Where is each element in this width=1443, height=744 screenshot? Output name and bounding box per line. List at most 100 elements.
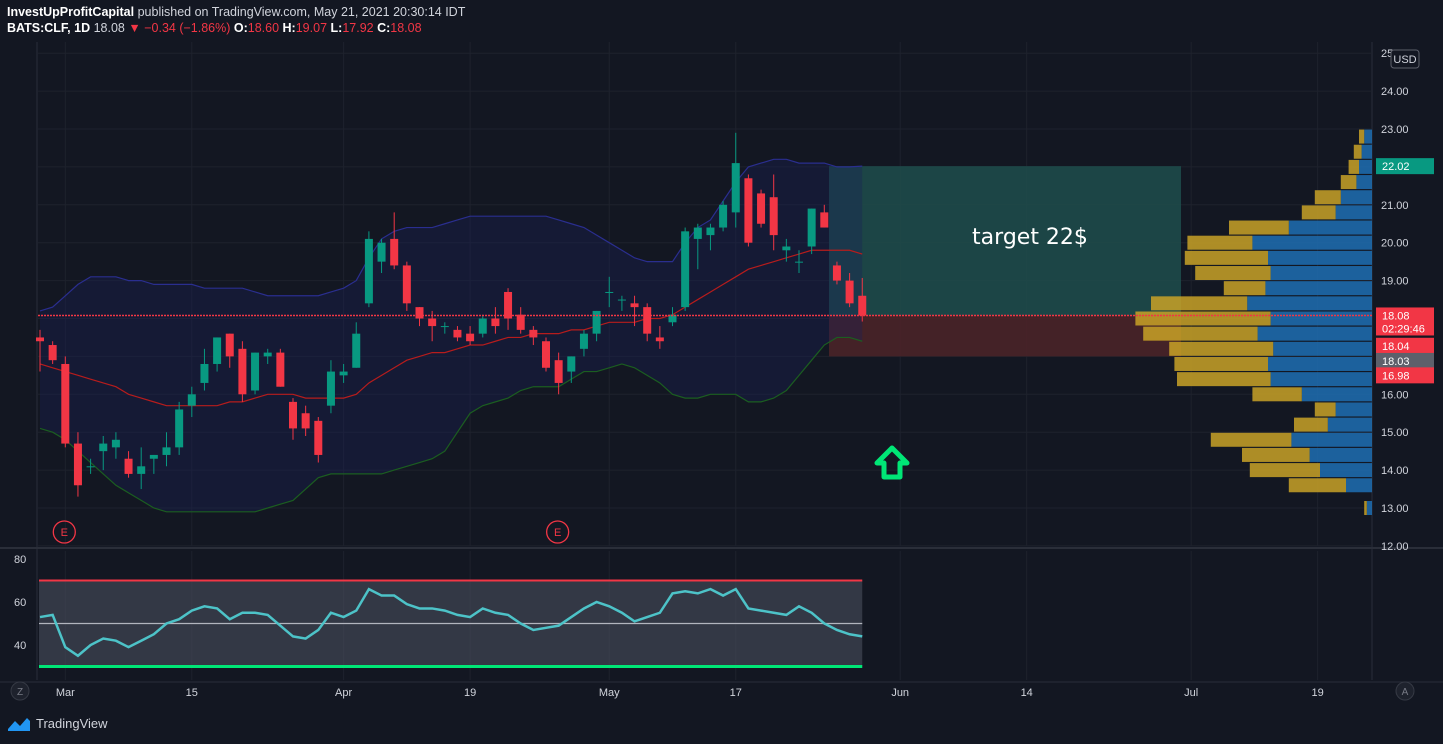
z-button-label: Z xyxy=(17,687,23,698)
time-tick-label: Apr xyxy=(335,687,352,699)
candle-body xyxy=(693,227,702,239)
vp-down-bar xyxy=(1288,478,1346,493)
vp-up-bar xyxy=(1257,326,1372,341)
candle-body xyxy=(504,291,513,319)
candle-body xyxy=(124,458,133,474)
candle-body xyxy=(757,193,766,224)
a-button-label: A xyxy=(1402,687,1409,698)
earnings-label: E xyxy=(61,527,68,539)
vp-up-bar xyxy=(1366,501,1372,515)
candle xyxy=(719,201,728,232)
candle-body xyxy=(263,352,272,357)
vp-down-bar xyxy=(1242,447,1310,462)
target-text: target 22$ xyxy=(972,225,1088,250)
vp-up-bar xyxy=(1273,341,1372,356)
candle-body xyxy=(162,447,171,455)
candle xyxy=(757,189,766,228)
footer[interactable]: TradingView xyxy=(8,716,108,731)
footer-brand: TradingView xyxy=(36,716,108,731)
candle-body xyxy=(402,265,411,304)
vp-up-bar xyxy=(1335,205,1372,220)
candle-body xyxy=(301,413,310,429)
candle-body xyxy=(744,178,753,243)
candle-body xyxy=(769,197,778,236)
time-tick-label: May xyxy=(599,687,620,699)
candle-body xyxy=(61,363,70,444)
vp-up-bar xyxy=(1346,478,1372,493)
price-tick-label: 15.00 xyxy=(1381,427,1409,439)
rsi-tick-label: 40 xyxy=(14,640,26,652)
candle-body xyxy=(111,439,120,448)
candle-body xyxy=(137,466,146,474)
candle-body xyxy=(832,265,841,281)
vp-down-bar xyxy=(1177,372,1271,387)
candle-body xyxy=(352,333,361,368)
candle xyxy=(276,348,285,387)
price-tick-label: 19.00 xyxy=(1381,276,1409,288)
candle-body xyxy=(478,318,487,334)
countdown-label: 02:29:46 xyxy=(1382,323,1425,335)
vp-down-bar xyxy=(1294,417,1328,432)
candle-body xyxy=(339,371,348,376)
candle-body xyxy=(314,420,323,455)
candle-body xyxy=(213,337,222,364)
candle-body xyxy=(466,333,475,342)
candle-body xyxy=(579,333,588,349)
position-zones[interactable] xyxy=(829,166,1181,357)
vp-down-bar xyxy=(1314,190,1341,205)
rsi-tick-label: 60 xyxy=(14,597,26,609)
candle-body xyxy=(706,227,715,236)
chart-canvas[interactable]: EE target 22$ 806040 25.0024.0023.0022.0… xyxy=(0,0,1443,744)
candle-body xyxy=(617,299,626,301)
stop-zone xyxy=(829,315,1181,357)
vp-down-bar xyxy=(1364,501,1367,515)
vp-up-bar xyxy=(1301,387,1372,402)
vp-up-bar xyxy=(1270,311,1372,326)
vp-up-bar xyxy=(1361,144,1372,159)
vp-down-bar xyxy=(1229,220,1289,235)
time-tick-label: Jul xyxy=(1184,687,1198,699)
candle xyxy=(238,341,247,402)
time-tick-label: 19 xyxy=(464,687,476,699)
candle xyxy=(61,356,70,448)
vp-down-bar xyxy=(1301,205,1336,220)
vp-down-bar xyxy=(1348,159,1359,174)
vp-down-bar xyxy=(1135,311,1271,326)
candle xyxy=(542,337,550,372)
candle xyxy=(175,401,184,455)
price-tick-label: 16.00 xyxy=(1381,389,1409,401)
vp-up-bar xyxy=(1327,417,1372,432)
candle xyxy=(744,174,753,247)
candle-body xyxy=(326,371,335,406)
candle-body xyxy=(554,360,563,383)
vp-up-bar xyxy=(1335,402,1372,417)
candle-body xyxy=(289,401,297,429)
candle-body xyxy=(681,231,690,308)
candle-body xyxy=(428,318,437,327)
vp-down-bar xyxy=(1184,250,1268,265)
time-axis[interactable]: Mar 15 Apr 19 May 17 Jun 14 Jul 19 Z A xyxy=(10,681,1415,701)
vp-down-bar xyxy=(1195,266,1271,281)
vp-down-bar xyxy=(1340,175,1357,190)
candle-body xyxy=(858,295,867,316)
vp-down-bar xyxy=(1187,235,1253,250)
candle-body xyxy=(453,329,462,338)
candle-body xyxy=(655,337,664,342)
candle-body xyxy=(415,307,424,319)
vp-up-bar xyxy=(1270,266,1372,281)
vp-up-bar xyxy=(1268,356,1372,371)
candle-body xyxy=(251,352,260,391)
candle-body xyxy=(73,443,82,486)
candle-body xyxy=(643,307,652,334)
candle-body xyxy=(390,238,399,266)
time-tick-label: Jun xyxy=(891,687,909,699)
vp-down-bar xyxy=(1252,387,1302,402)
candle-body xyxy=(719,204,728,228)
candle-body xyxy=(86,466,95,468)
candle-body xyxy=(175,409,184,448)
time-tick-label: Mar xyxy=(56,687,75,699)
candle-body xyxy=(731,163,740,213)
candle-body xyxy=(440,326,449,328)
price-tick-label: 21.00 xyxy=(1381,200,1409,212)
candle-body xyxy=(187,394,196,406)
